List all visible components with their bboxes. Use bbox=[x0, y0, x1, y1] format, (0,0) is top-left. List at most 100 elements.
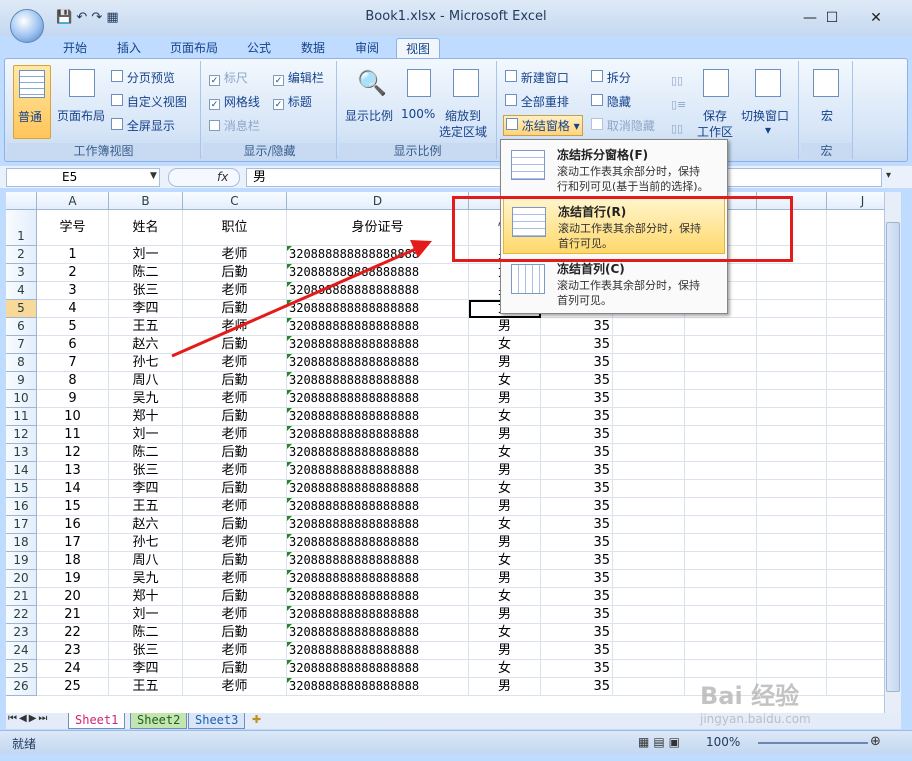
cell[interactable] bbox=[757, 408, 827, 426]
cell[interactable] bbox=[827, 678, 884, 696]
cell[interactable] bbox=[757, 642, 827, 660]
cell[interactable]: 李四 bbox=[109, 660, 183, 678]
cell[interactable]: 职位 bbox=[183, 210, 287, 246]
row-header[interactable]: 3 bbox=[6, 264, 37, 282]
cell[interactable] bbox=[613, 588, 685, 606]
cell[interactable]: 女 bbox=[469, 408, 541, 426]
cell[interactable]: 21 bbox=[37, 606, 109, 624]
cell[interactable] bbox=[757, 372, 827, 390]
cell[interactable]: 身份证号 bbox=[287, 210, 469, 246]
row-header[interactable]: 10 bbox=[6, 390, 37, 408]
cell[interactable]: 后勤 bbox=[183, 480, 287, 498]
zoom-100-button[interactable]: 100% bbox=[401, 65, 437, 139]
gridlines-checkbox[interactable]: ✓ 网格线 bbox=[209, 93, 260, 110]
cell[interactable]: 老师 bbox=[183, 426, 287, 444]
cell[interactable]: 320888888888888888 bbox=[287, 588, 469, 606]
cell[interactable]: 320888888888888888 bbox=[287, 534, 469, 552]
cell[interactable]: 6 bbox=[37, 336, 109, 354]
cell[interactable] bbox=[827, 570, 884, 588]
unhide-button[interactable]: 取消隐藏 bbox=[591, 117, 655, 134]
cell[interactable] bbox=[613, 534, 685, 552]
cell[interactable]: 35 bbox=[541, 534, 613, 552]
cell[interactable]: 8 bbox=[37, 372, 109, 390]
cell[interactable]: 女 bbox=[469, 516, 541, 534]
cell[interactable] bbox=[613, 660, 685, 678]
worksheet-grid[interactable]: ABCDEFGHIJ1学号姓名职位身份证号性21刘一老师320888888888… bbox=[6, 192, 884, 713]
insert-sheet-icon[interactable]: ✚ bbox=[252, 713, 261, 726]
page-break-preview-button[interactable]: 分页预览 bbox=[111, 69, 175, 86]
cell[interactable]: 320888888888888888 bbox=[287, 462, 469, 480]
row-header[interactable]: 7 bbox=[6, 336, 37, 354]
split-button[interactable]: 拆分 bbox=[591, 69, 631, 86]
cell[interactable] bbox=[757, 516, 827, 534]
cell[interactable]: 24 bbox=[37, 660, 109, 678]
cell[interactable]: 老师 bbox=[183, 498, 287, 516]
cell[interactable] bbox=[685, 354, 757, 372]
cell[interactable] bbox=[757, 354, 827, 372]
cell[interactable]: 320888888888888888 bbox=[287, 570, 469, 588]
sheet-navigation-icons[interactable]: ⏮◀▶⏭ bbox=[8, 713, 49, 724]
cell[interactable]: 后勤 bbox=[183, 444, 287, 462]
cell[interactable]: 男 bbox=[469, 534, 541, 552]
cell[interactable]: 周八 bbox=[109, 552, 183, 570]
cell[interactable]: 老师 bbox=[183, 354, 287, 372]
cell[interactable]: 35 bbox=[541, 390, 613, 408]
cell[interactable]: 女 bbox=[469, 588, 541, 606]
cell[interactable]: 女 bbox=[469, 336, 541, 354]
full-screen-button[interactable]: 全屏显示 bbox=[111, 117, 175, 134]
cell[interactable] bbox=[757, 588, 827, 606]
cell[interactable]: 后勤 bbox=[183, 552, 287, 570]
cell[interactable] bbox=[827, 588, 884, 606]
side-by-side-icons[interactable]: ▯▯ ▯≡ ▯▯ bbox=[671, 69, 686, 141]
cell[interactable]: 后勤 bbox=[183, 624, 287, 642]
cell[interactable]: 张三 bbox=[109, 462, 183, 480]
headings-checkbox[interactable]: ✓ 标题 bbox=[273, 93, 312, 110]
cell[interactable]: 郑十 bbox=[109, 408, 183, 426]
cell[interactable]: 张三 bbox=[109, 282, 183, 300]
cell[interactable] bbox=[757, 534, 827, 552]
row-header[interactable]: 1 bbox=[6, 210, 37, 246]
cell[interactable]: 后勤 bbox=[183, 516, 287, 534]
cell[interactable]: 男 bbox=[469, 426, 541, 444]
cell[interactable]: 18 bbox=[37, 552, 109, 570]
cell[interactable]: 35 bbox=[541, 426, 613, 444]
cell[interactable] bbox=[613, 570, 685, 588]
row-header[interactable]: 12 bbox=[6, 426, 37, 444]
cell[interactable] bbox=[685, 624, 757, 642]
cell[interactable]: 李四 bbox=[109, 300, 183, 318]
cell[interactable] bbox=[613, 336, 685, 354]
cell[interactable]: 7 bbox=[37, 354, 109, 372]
tab-insert[interactable]: 插入 bbox=[108, 38, 150, 58]
cell[interactable]: 320888888888888888 bbox=[287, 642, 469, 660]
row-header[interactable]: 18 bbox=[6, 534, 37, 552]
cell[interactable]: 1 bbox=[37, 246, 109, 264]
cell[interactable]: 35 bbox=[541, 642, 613, 660]
cell[interactable]: 后勤 bbox=[183, 372, 287, 390]
tab-view[interactable]: 视图 bbox=[396, 38, 440, 58]
cell[interactable] bbox=[685, 480, 757, 498]
cell[interactable]: 王五 bbox=[109, 318, 183, 336]
cell[interactable] bbox=[613, 408, 685, 426]
cell[interactable] bbox=[757, 264, 827, 282]
cell[interactable]: 刘一 bbox=[109, 426, 183, 444]
cell[interactable]: 17 bbox=[37, 534, 109, 552]
cell[interactable] bbox=[757, 318, 827, 336]
close-button[interactable]: ✕ bbox=[856, 6, 896, 30]
cell[interactable] bbox=[827, 318, 884, 336]
cell[interactable]: 35 bbox=[541, 516, 613, 534]
cell[interactable] bbox=[827, 606, 884, 624]
cell[interactable] bbox=[613, 444, 685, 462]
cell[interactable] bbox=[827, 552, 884, 570]
vertical-scroll-thumb[interactable] bbox=[886, 222, 900, 692]
row-header[interactable]: 15 bbox=[6, 480, 37, 498]
cell[interactable]: 老师 bbox=[183, 390, 287, 408]
cell[interactable] bbox=[827, 246, 884, 264]
cell[interactable] bbox=[827, 282, 884, 300]
cell[interactable]: 35 bbox=[541, 624, 613, 642]
cell[interactable]: 后勤 bbox=[183, 408, 287, 426]
cell[interactable]: 刘一 bbox=[109, 246, 183, 264]
cell[interactable]: 320888888888888888 bbox=[287, 552, 469, 570]
cell[interactable] bbox=[757, 462, 827, 480]
cell[interactable]: 13 bbox=[37, 462, 109, 480]
cell[interactable]: 22 bbox=[37, 624, 109, 642]
